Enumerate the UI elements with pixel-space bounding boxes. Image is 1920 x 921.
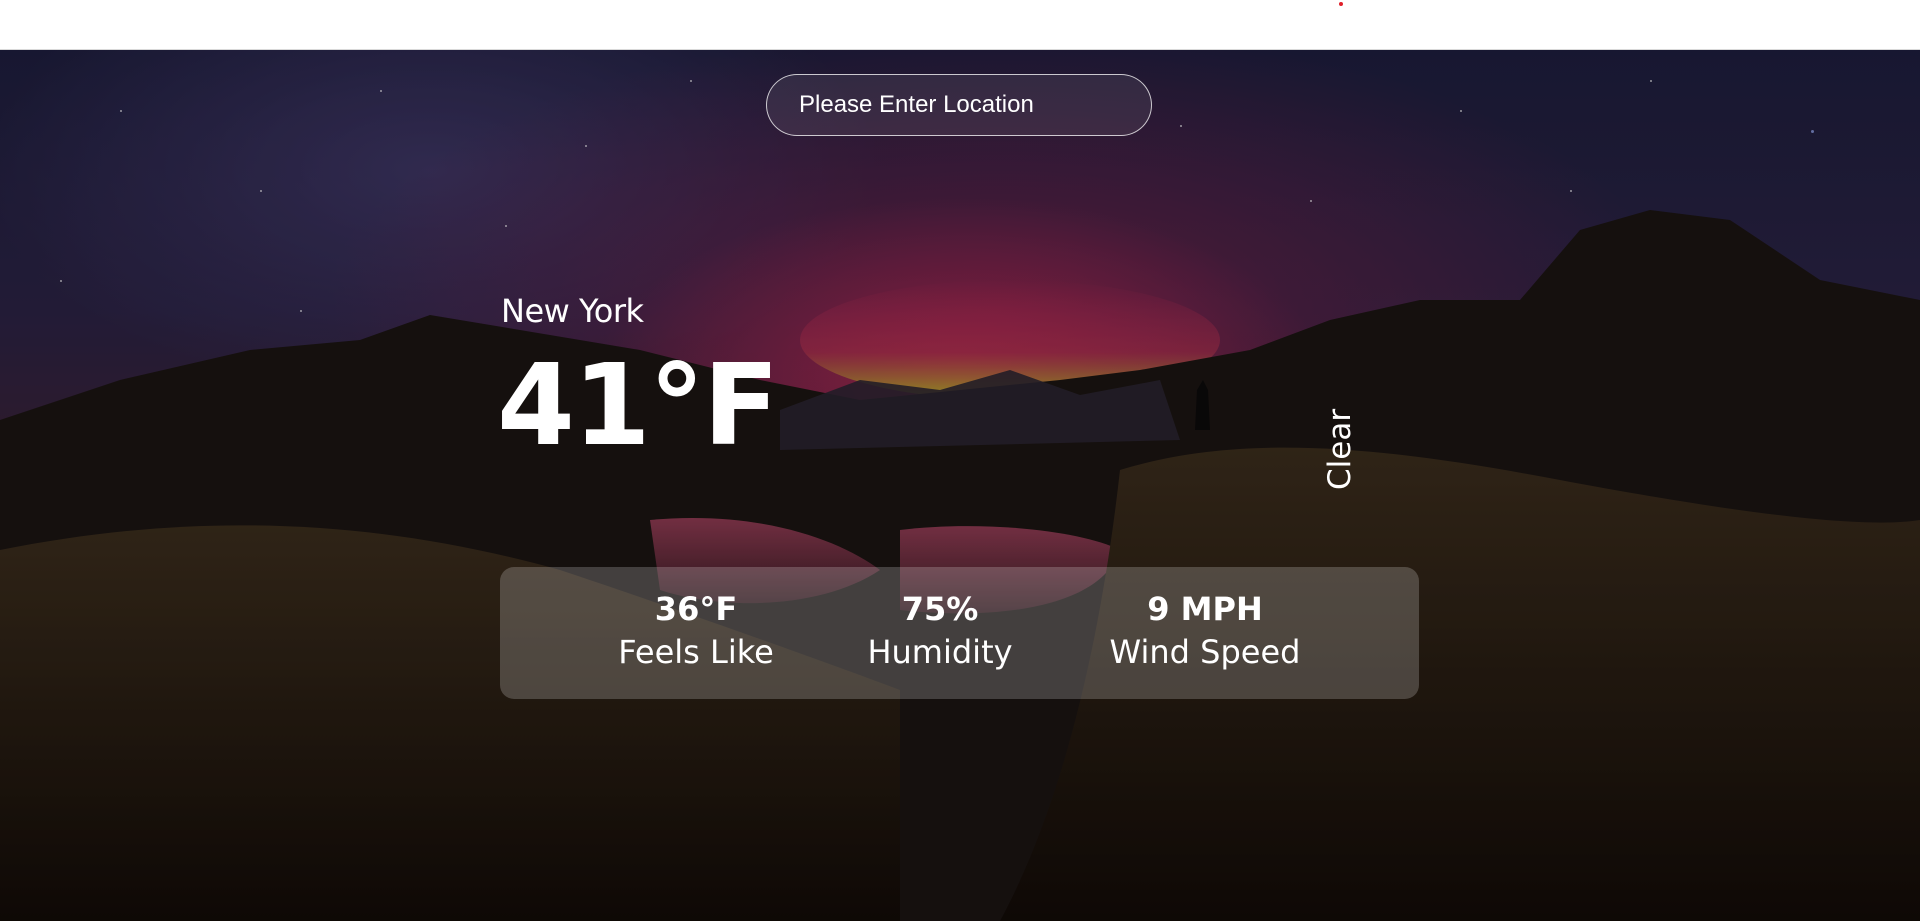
city-name: New York bbox=[501, 292, 644, 330]
wind-speed-value: 9 MPH bbox=[1147, 590, 1263, 628]
red-dot-icon bbox=[1339, 2, 1343, 6]
feels-like-stat: 36°F Feels Like bbox=[596, 589, 796, 675]
weather-condition: Clear bbox=[1322, 408, 1358, 490]
feels-like-value: 36°F bbox=[654, 590, 738, 628]
location-search-input[interactable] bbox=[766, 74, 1152, 136]
humidity-value: 75% bbox=[901, 590, 979, 628]
wind-speed-label: Wind Speed bbox=[1109, 633, 1301, 671]
weather-stats-panel: 36°F Feels Like 75% Humidity 9 MPH Wind … bbox=[500, 567, 1419, 699]
wind-speed-stat: 9 MPH Wind Speed bbox=[1090, 589, 1320, 675]
top-bar bbox=[0, 0, 1920, 50]
humidity-stat: 75% Humidity bbox=[850, 589, 1030, 675]
landscape-illustration bbox=[0, 50, 1920, 921]
humidity-label: Humidity bbox=[867, 633, 1013, 671]
current-temperature: 41°F bbox=[497, 341, 779, 471]
feels-like-label: Feels Like bbox=[618, 633, 774, 671]
background-scene bbox=[0, 50, 1920, 921]
